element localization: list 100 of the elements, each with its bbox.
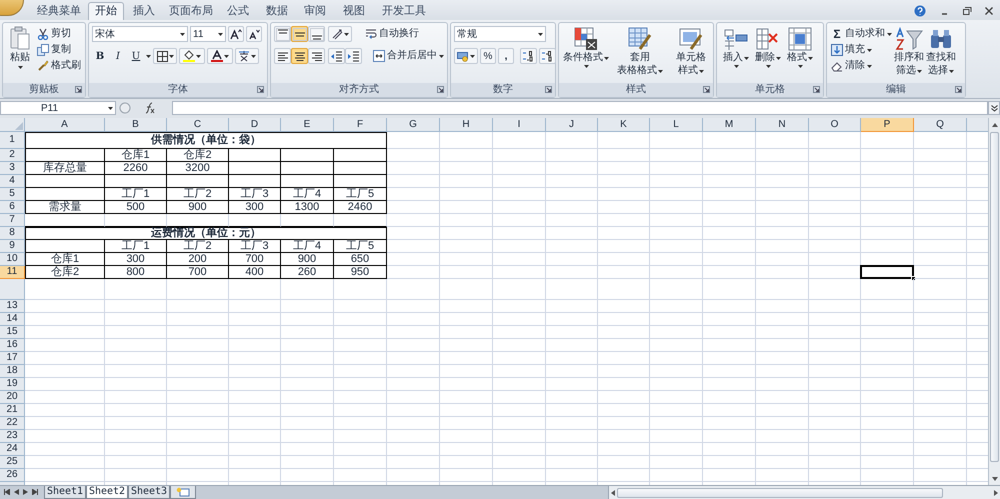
row-header[interactable]: 18 [0,364,25,378]
dialog-launcher-icon[interactable] [545,86,552,93]
row-header[interactable]: 23 [0,430,25,443]
dialog-launcher-icon[interactable] [75,86,82,93]
borders-button[interactable] [153,48,177,64]
column-header[interactable]: E [281,118,334,132]
column-header[interactable]: G [387,118,440,132]
ribbon-button[interactable]: 格式 [786,26,814,83]
font-style-button[interactable]: I [110,48,126,64]
column-header[interactable]: K [598,118,650,132]
row-header[interactable]: 5 [0,188,25,201]
ribbon-button[interactable]: 格式刷 [36,58,82,74]
ribbon-button[interactable]: 套用 表格格式 [613,26,667,83]
dialog-launcher-icon[interactable] [437,86,444,93]
row-header[interactable]: 14 [0,312,25,326]
column-header[interactable]: N [756,118,809,132]
column-header[interactable]: Q [914,118,967,132]
column-header[interactable]: D [229,118,281,132]
splitter-handle-icon[interactable] [119,102,131,114]
row-header[interactable]: 21 [0,404,25,417]
row-header[interactable]: 3 [0,162,25,175]
function-icon[interactable] [143,102,155,114]
row-header[interactable]: 25 [0,456,25,469]
row-header[interactable]: 11 [0,266,25,279]
paste-button[interactable]: 粘贴 [6,26,34,83]
phonetic-button[interactable] [235,48,259,64]
grow-font-button[interactable] [228,26,244,42]
ribbon-button[interactable]: 查找和 选择 [926,26,956,83]
row-header[interactable]: 15 [0,326,25,339]
ribbon-tab[interactable]: 审阅 [296,2,334,20]
shrink-font-button[interactable] [246,26,262,42]
column-header[interactable]: I [493,118,546,132]
ribbon-button[interactable]: 插入 [722,26,750,83]
fill-color-button[interactable] [179,48,205,64]
align-button[interactable] [291,48,308,64]
row-header[interactable]: 19 [0,378,25,391]
column-header[interactable]: J [546,118,598,132]
row-header[interactable]: 24 [0,442,25,456]
ribbon-button[interactable]: 单元格 样式 [670,26,712,83]
row-header[interactable]: 4 [0,174,25,188]
row-header[interactable]: 17 [0,352,25,365]
column-header[interactable]: P [861,118,914,132]
ribbon-tab[interactable]: 视图 [334,2,374,20]
ribbon-tab[interactable]: 开始 [88,2,124,20]
row-header[interactable]: 13 [0,300,25,313]
align-button[interactable] [274,48,291,64]
row-header[interactable]: 1 [0,132,25,149]
help-icon[interactable] [914,5,926,17]
font-color-button[interactable] [207,48,233,64]
font-style-button[interactable]: U [128,48,144,64]
font-name-field[interactable]: 宋体 [92,26,188,42]
dialog-launcher-icon[interactable] [703,86,710,93]
ribbon-button[interactable]: 自动换行 [364,26,420,42]
insert-sheet-button[interactable] [170,486,196,499]
dialog-launcher-icon[interactable] [955,86,962,93]
ribbon-button[interactable]: 剪切 [36,26,82,42]
currency-button[interactable] [454,48,478,64]
column-header[interactable]: M [703,118,756,132]
column-header[interactable]: L [650,118,703,132]
ribbon-button[interactable]: Σ 自动求和 [830,26,894,42]
increase-indent-button[interactable] [345,48,362,64]
column-header[interactable]: F [334,118,387,132]
formula-input[interactable] [172,101,988,116]
percent-button[interactable]: % [480,48,496,64]
decrease-indent-button[interactable] [328,48,345,64]
align-button[interactable] [308,26,325,42]
ribbon-button[interactable]: 排序和 筛选 [894,26,924,83]
row-header[interactable]: 2 [0,148,25,162]
font-size-field[interactable]: 11 [190,26,226,42]
previous-sheet-icon[interactable] [14,489,19,495]
column-header[interactable]: B [105,118,167,132]
ribbon-button[interactable]: 删除 [754,26,782,83]
orientation-button[interactable] [328,26,352,42]
ribbon-button[interactable]: 合并后居中 [372,48,445,64]
column-header[interactable]: C [167,118,229,132]
ribbon-tab[interactable]: 经典菜单 [30,2,88,20]
last-sheet-icon[interactable] [32,489,38,495]
next-sheet-icon[interactable] [23,489,28,495]
horizontal-scrollbar[interactable] [608,486,1000,499]
sheet-tab[interactable]: Sheet3 [128,486,170,499]
row-header[interactable]: 20 [0,390,25,404]
restore-icon[interactable] [962,6,972,16]
row-header[interactable]: 26 [0,468,25,482]
column-header[interactable]: A [25,118,105,132]
row-header[interactable]: 8 [0,226,25,240]
column-header[interactable]: H [440,118,493,132]
increase-decimal-button[interactable] [520,48,537,64]
ribbon-tab[interactable]: 开发工具 [374,2,434,20]
row-header[interactable]: 16 [0,338,25,352]
comma-button[interactable]: , [498,48,514,64]
row-header[interactable]: 6 [0,200,25,214]
number-format-field[interactable]: 常规 [454,26,546,42]
font-style-button[interactable]: B [92,48,108,64]
ribbon-button[interactable]: 填充 [830,42,894,58]
decrease-decimal-button[interactable] [539,48,556,64]
first-sheet-icon[interactable] [4,489,10,495]
ribbon-tab[interactable]: 数据 [258,2,296,20]
dialog-launcher-icon[interactable] [257,86,264,93]
column-header[interactable]: O [809,118,861,132]
close-icon[interactable] [984,6,994,16]
